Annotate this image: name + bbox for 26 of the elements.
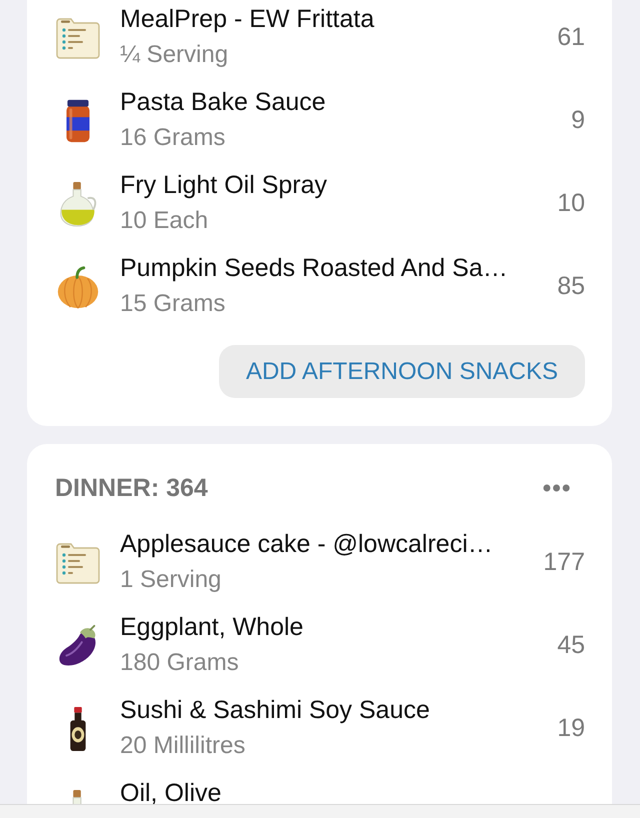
serving-amount: 10 Each xyxy=(120,206,208,236)
calorie-count: 9 xyxy=(571,106,585,135)
pumpkin-icon xyxy=(55,264,101,310)
add-snacks-button[interactable]: ADD AFTERNOON SNACKS xyxy=(219,345,585,398)
calorie-count: 19 xyxy=(557,714,585,743)
calorie-count: 10 xyxy=(557,189,585,218)
food-name: Pumpkin Seeds Roasted And Sa… xyxy=(120,253,508,284)
serving-amount: 1 Serving xyxy=(120,565,222,595)
food-name: Pasta Bake Sauce xyxy=(120,87,326,118)
food-name: Oil, Olive xyxy=(120,778,222,809)
serving-amount: ¼ Serving xyxy=(120,40,228,70)
food-name: MealPrep - EW Frittata xyxy=(120,4,374,35)
calorie-count: 45 xyxy=(557,631,585,660)
more-icon[interactable] xyxy=(543,484,570,492)
food-name: Eggplant, Whole xyxy=(120,612,304,643)
food-name: Sushi & Sashimi Soy Sauce xyxy=(120,695,430,726)
calorie-count: 85 xyxy=(557,272,585,301)
calorie-count: 61 xyxy=(557,23,585,52)
serving-amount: 180 Grams xyxy=(120,648,239,678)
serving-amount: 20 Millilitres xyxy=(120,731,246,761)
calorie-count: 177 xyxy=(543,548,585,577)
food-name: Fry Light Oil Spray xyxy=(120,170,328,201)
serving-amount: 16 Grams xyxy=(120,123,226,153)
meal-title: DINNER: 364 xyxy=(55,474,208,502)
serving-amount: 15 Grams xyxy=(120,289,226,319)
food-name: Applesauce cake - @lowcalreci… xyxy=(120,529,493,560)
